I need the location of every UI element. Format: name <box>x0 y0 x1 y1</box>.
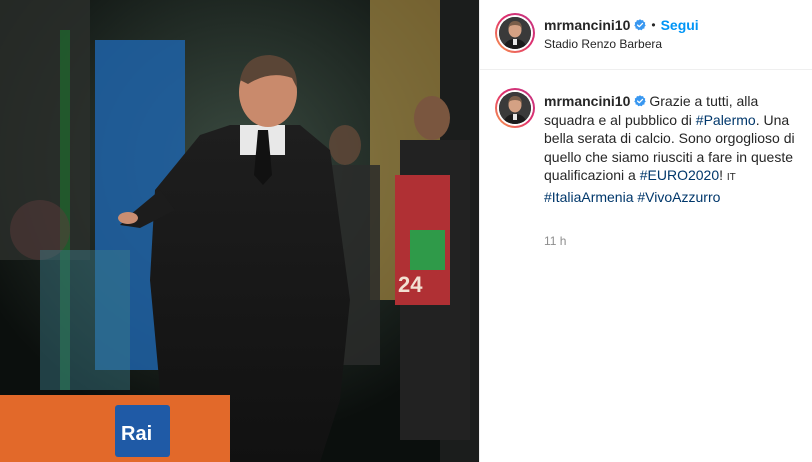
caption-segment: ! <box>719 167 727 183</box>
avatar-icon <box>499 92 531 124</box>
caption-comment: mrmancini10 Grazie a tutti, alla squadra… <box>495 88 800 206</box>
hashtag-vivoazzurro[interactable]: #VivoAzzurro <box>637 189 720 205</box>
verified-badge-icon <box>634 95 647 107</box>
header-line: mrmancini10 • Segui <box>544 17 699 33</box>
verified-badge-icon <box>634 19 647 31</box>
caption-text: mrmancini10 Grazie a tutti, alla squadra… <box>544 88 800 206</box>
bib-number: 24 <box>398 272 423 297</box>
location-link[interactable]: Stadio Renzo Barbera <box>544 37 662 51</box>
italy-flag-emoji: IT <box>726 172 736 183</box>
hashtag-euro2020[interactable]: #EURO2020 <box>640 167 719 183</box>
post-photo[interactable]: 24 Rai <box>0 0 479 462</box>
hashtag-palermo[interactable]: #Palermo <box>696 112 756 128</box>
avatar-icon <box>499 17 531 49</box>
post-side-panel: mrmancini10 • Segui Stadio Renzo Barbera <box>479 0 812 462</box>
profile-avatar[interactable] <box>495 13 535 53</box>
caption-username-link[interactable]: mrmancini10 <box>544 93 630 109</box>
caption-avatar[interactable] <box>495 88 535 128</box>
follow-button[interactable]: Segui <box>661 17 699 33</box>
post-header: mrmancini10 • Segui Stadio Renzo Barbera <box>480 0 812 70</box>
username-link[interactable]: mrmancini10 <box>544 17 630 33</box>
hashtag-italiaarmenia[interactable]: #ItaliaArmenia <box>544 189 634 205</box>
post-timestamp[interactable]: 11 h <box>544 234 566 248</box>
separator-dot: • <box>651 18 656 32</box>
rai-logo-text: Rai <box>121 423 152 445</box>
photo-image: 24 Rai <box>0 0 479 462</box>
